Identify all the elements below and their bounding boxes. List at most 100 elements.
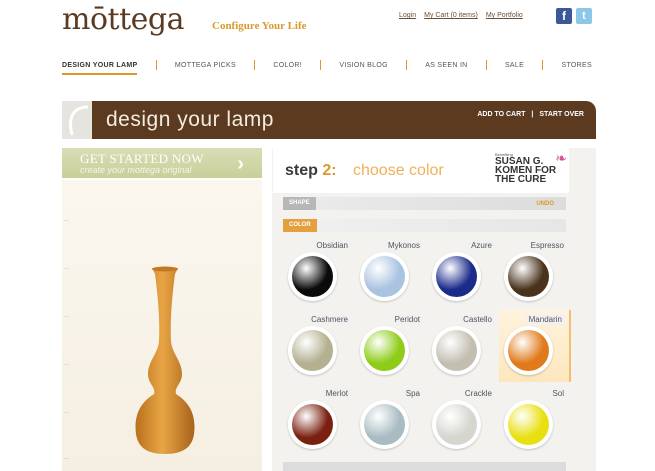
color-swatch-ring (288, 326, 337, 375)
nav-mottega-picks[interactable]: MOTTEGA PICKS (175, 60, 236, 71)
color-swatch-dot (364, 404, 405, 445)
add-to-cart-button[interactable]: ADD TO CART (477, 111, 525, 118)
color-swatch-label: Peridot (391, 314, 423, 325)
color-swatch-dot (436, 330, 477, 371)
step-word: step (285, 162, 318, 179)
color-swatch-ring (360, 400, 409, 449)
portfolio-link[interactable]: My Portfolio (486, 12, 523, 19)
page-title: design your lamp (106, 108, 274, 131)
banner-actions: ADD TO CART | START OVER (477, 111, 584, 118)
undo-button[interactable]: UNDO (536, 201, 554, 207)
nav-divider (542, 60, 544, 70)
color-swatch-ring (432, 400, 481, 449)
color-swatch-dot (292, 404, 333, 445)
color-swatch-label: Merlot (322, 388, 351, 399)
nav-divider (155, 60, 157, 70)
color-swatch-dot (292, 256, 333, 297)
main-nav: DESIGN YOUR LAMP MOTTEGA PICKS COLOR! VI… (62, 56, 592, 75)
color-swatch-ring (360, 326, 409, 375)
color-swatch-spa[interactable]: Spa (355, 384, 427, 456)
vase-lamp-base (135, 266, 195, 454)
ruler-tick: — (64, 218, 69, 224)
color-swatch-label: Obsidian (313, 240, 351, 251)
facebook-icon[interactable]: f (556, 8, 572, 24)
color-swatch-label: Cashmere (308, 314, 351, 325)
nav-divider (254, 60, 256, 70)
color-swatch-dot (508, 330, 549, 371)
color-swatch-castello[interactable]: Castello (427, 310, 499, 382)
color-swatch-ring (288, 252, 337, 301)
mottega-logo[interactable]: mōttega (62, 2, 184, 37)
nav-vision-blog[interactable]: VISION BLOG (339, 60, 387, 71)
color-swatch-crackle[interactable]: Crackle (427, 384, 499, 456)
nav-as-seen-in[interactable]: AS SEEN IN (425, 60, 467, 71)
ruler-tick: — (64, 362, 69, 368)
color-section-bar[interactable]: COLOR (283, 219, 566, 232)
color-swatch-label: Mandarin (525, 314, 565, 325)
color-swatch-merlot[interactable]: Merlot (283, 384, 355, 456)
next-section-bar[interactable] (283, 462, 566, 471)
color-swatch-dot (364, 256, 405, 297)
color-swatch-mandarin[interactable]: Mandarin (499, 310, 571, 382)
ruler-tick: — (64, 266, 69, 272)
color-swatch-dot (508, 256, 549, 297)
color-swatch-mykonos[interactable]: Mykonos (355, 236, 427, 308)
color-swatch-azure[interactable]: Azure (427, 236, 499, 308)
color-swatch-ring (504, 252, 553, 301)
komen-logo: Benefiting SUSAN G. KOMEN FOR THE CURE (495, 152, 563, 185)
step-header: step 2: choose color Benefiting SUSAN G.… (273, 148, 569, 193)
color-swatch-dot (436, 256, 477, 297)
color-swatch-ring (432, 252, 481, 301)
color-swatch-dot (292, 330, 333, 371)
ruler-tick: — (64, 410, 69, 416)
login-link[interactable]: Login (399, 12, 416, 19)
top-links: Login My Cart (0 items) My Portfolio (399, 12, 523, 19)
nav-divider (406, 60, 408, 70)
color-swatch-sol[interactable]: Sol (499, 384, 571, 456)
color-swatch-dot (436, 404, 477, 445)
color-tab[interactable]: COLOR (283, 219, 317, 232)
color-swatch-espresso[interactable]: Espresso (499, 236, 571, 308)
color-swatch-dot (364, 330, 405, 371)
shape-section-bar[interactable]: SHAPE UNDO (283, 197, 566, 210)
nav-divider (485, 60, 487, 70)
chevron-right-icon[interactable]: › (237, 153, 244, 176)
nav-design-your-lamp[interactable]: DESIGN YOUR LAMP (62, 60, 138, 75)
color-swatch-ring (504, 326, 553, 375)
start-over-button[interactable]: START OVER (539, 111, 584, 118)
color-swatch-label: Spa (402, 388, 423, 399)
color-swatch-peridot[interactable]: Peridot (355, 310, 427, 382)
color-swatch-dot (508, 404, 549, 445)
color-swatch-ring (432, 326, 481, 375)
sponsor-name: SUSAN G. KOMEN FOR THE CURE (495, 156, 557, 185)
twitter-icon[interactable]: t (576, 8, 592, 24)
color-swatch-obsidian[interactable]: Obsidian (283, 236, 355, 308)
nav-color[interactable]: COLOR! (273, 60, 302, 71)
cart-link[interactable]: My Cart (0 items) (424, 12, 478, 19)
color-swatch-label: Azure (468, 240, 495, 251)
lamp-preview: — — — — — — (62, 180, 262, 471)
page-banner: design your lamp ADD TO CART | START OVE… (92, 101, 596, 139)
ruler-tick: — (64, 314, 69, 320)
banner-separator: | (531, 111, 534, 118)
color-swatch-label: Mykonos (384, 240, 423, 251)
color-swatch-label: Espresso (527, 240, 567, 251)
step-label: step 2: (285, 162, 337, 180)
color-swatch-ring (360, 252, 409, 301)
color-grid: Obsidian Mykonos Azure Espresso Cashmere Peri… (283, 236, 571, 462)
color-swatch-cashmere[interactable]: Cashmere (283, 310, 355, 382)
step-number: 2: (322, 162, 337, 179)
nav-stores[interactable]: STORES (561, 60, 591, 71)
get-started-panel[interactable]: GET STARTED NOW create your mottega orig… (62, 148, 262, 178)
get-started-subtitle: create your mottega original (80, 165, 192, 175)
nav-divider (320, 60, 322, 70)
shape-tab[interactable]: SHAPE (283, 197, 316, 210)
nav-sale[interactable]: SALE (505, 60, 524, 71)
color-swatch-ring (504, 400, 553, 449)
color-swatch-label: Castello (460, 314, 495, 325)
color-swatch-label: Crackle (461, 388, 495, 399)
swirl-icon (69, 105, 89, 136)
color-swatch-ring (288, 400, 337, 449)
banner-corner (62, 101, 92, 139)
ruler-tick: — (64, 456, 69, 462)
